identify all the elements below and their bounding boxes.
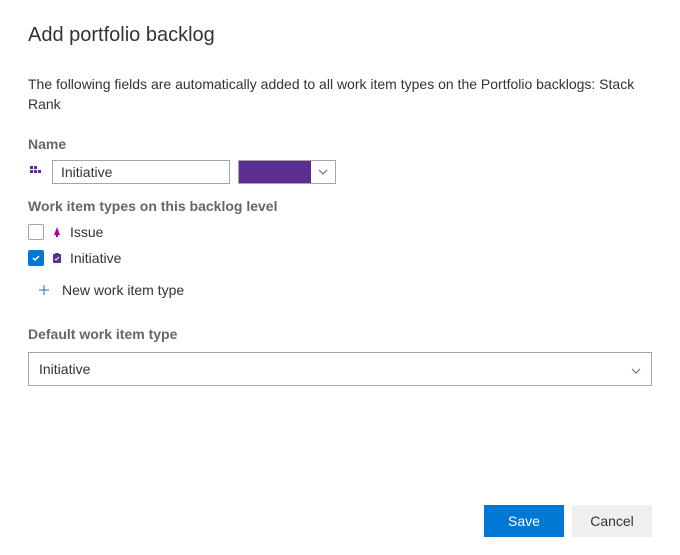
issue-icon [50, 225, 64, 239]
default-work-item-type-label: Default work item type [28, 326, 652, 342]
dialog-footer: Save Cancel [484, 505, 652, 537]
description-text: The following fields are automatically a… [28, 75, 652, 114]
default-select-value: Initiative [39, 361, 90, 377]
cancel-button[interactable]: Cancel [572, 505, 652, 537]
add-work-item-type-label: New work item type [62, 282, 184, 298]
chevron-down-icon [631, 361, 641, 377]
page-title: Add portfolio backlog [28, 24, 652, 47]
work-item-type-label: Initiative [70, 250, 121, 266]
work-item-type-list: Issue Initiative [28, 222, 652, 268]
name-label: Name [28, 136, 652, 152]
work-item-type-item: Issue [28, 222, 652, 242]
name-row [28, 160, 652, 184]
plus-icon [36, 282, 52, 298]
checkbox-initiative[interactable] [28, 250, 44, 266]
chevron-down-icon [311, 161, 335, 183]
work-item-type-item: Initiative [28, 248, 652, 268]
backlog-level-icon [28, 164, 44, 180]
color-picker[interactable] [238, 160, 336, 184]
add-work-item-type-button[interactable]: New work item type [28, 276, 652, 304]
checkbox-issue[interactable] [28, 224, 44, 240]
save-button[interactable]: Save [484, 505, 564, 537]
work-item-types-label: Work item types on this backlog level [28, 198, 652, 214]
default-work-item-type-select[interactable]: Initiative [28, 352, 652, 386]
color-swatch [239, 161, 311, 183]
work-item-type-label: Issue [70, 224, 103, 240]
name-input[interactable] [52, 160, 230, 184]
clipboard-icon [50, 251, 64, 265]
